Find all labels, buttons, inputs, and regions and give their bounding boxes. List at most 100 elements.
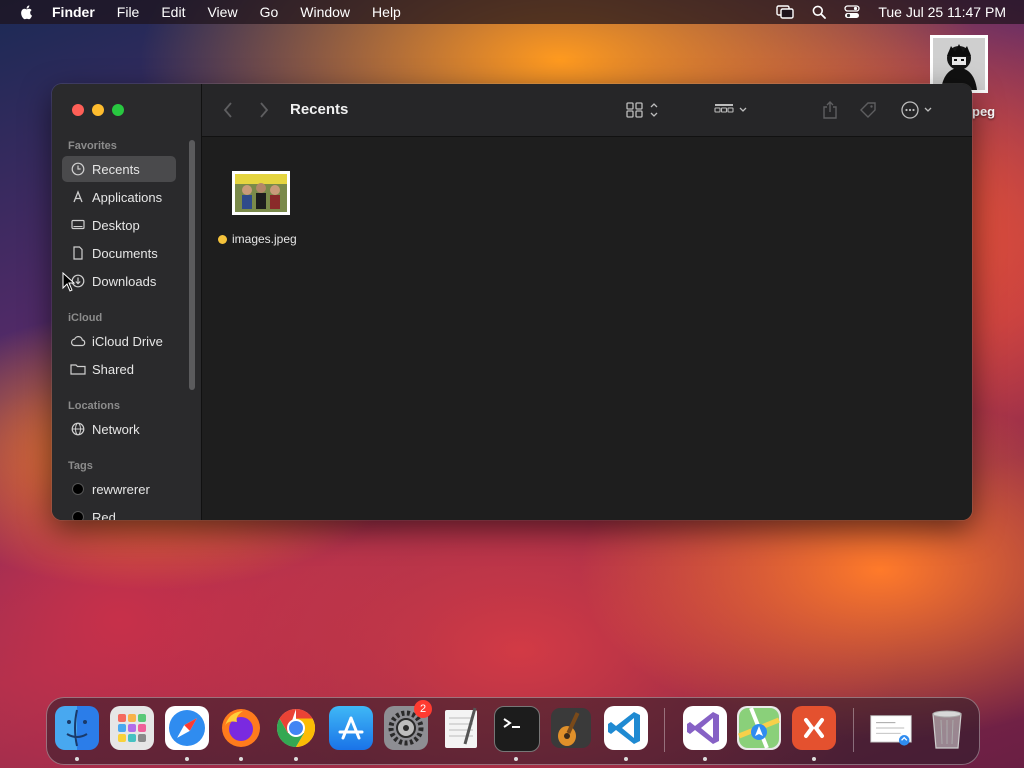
share-icon: [823, 101, 837, 119]
action-menu-button[interactable]: [900, 100, 936, 120]
notification-badge: 2: [414, 700, 432, 718]
share-button[interactable]: [822, 100, 838, 120]
launchpad-icon: [118, 714, 146, 742]
tag-dot-icon: [72, 511, 84, 520]
dock-app-garageband[interactable]: [549, 706, 593, 750]
icon-view-icon: [626, 102, 658, 118]
menubar-clock[interactable]: Tue Jul 25 11:47 PM: [878, 4, 1006, 20]
desktop-file-label[interactable]: peg: [972, 104, 995, 119]
running-indicator: [514, 757, 518, 761]
sidebar-scrollbar[interactable]: [189, 140, 195, 390]
desktop-icon: [70, 217, 86, 233]
dock-app-launchpad[interactable]: [110, 706, 154, 750]
spotlight-icon[interactable]: [812, 5, 827, 19]
globe-icon: [70, 421, 86, 437]
sidebar-item-label: Documents: [92, 245, 158, 261]
running-indicator: [624, 757, 628, 761]
sidebar-item-recents[interactable]: Recents: [62, 156, 176, 182]
tag-button[interactable]: [858, 100, 878, 120]
dock-separator: [853, 708, 854, 752]
applications-icon: [70, 189, 86, 205]
maps-icon: [738, 707, 780, 749]
sidebar-item-label: iCloud Drive: [92, 333, 163, 349]
dock-app-chrome[interactable]: [274, 706, 318, 750]
dock-app-vscode[interactable]: [604, 706, 648, 750]
mouse-pointer-icon: [62, 272, 76, 292]
menu-bar: Finder File Edit View Go Window Help Tue…: [0, 0, 1024, 24]
guitar-icon: [551, 708, 591, 748]
menu-view[interactable]: View: [207, 4, 237, 20]
vscode-icon: [608, 712, 640, 744]
dock-separator: [664, 708, 665, 752]
cloud-icon: [70, 333, 86, 349]
dock-app-remote-desktop[interactable]: [792, 706, 836, 750]
running-indicator: [812, 757, 816, 761]
sidebar-item-icloud-drive[interactable]: iCloud Drive: [62, 328, 176, 354]
dock-app-visual-studio[interactable]: [683, 706, 727, 750]
menu-app-name[interactable]: Finder: [52, 4, 95, 20]
sidebar-item-network[interactable]: Network: [62, 416, 176, 442]
sidebar-tag-red[interactable]: Red: [62, 504, 176, 520]
group-by-button[interactable]: [714, 100, 750, 120]
yellow-tag-icon: [218, 234, 227, 244]
tags-header: Tags: [68, 460, 93, 472]
close-button[interactable]: [72, 104, 84, 116]
dock-app-app-store[interactable]: [329, 706, 373, 750]
dock-app-preview[interactable]: [869, 706, 913, 750]
running-indicator: [703, 757, 707, 761]
running-indicator: [75, 757, 79, 761]
minimize-button[interactable]: [92, 104, 104, 116]
dock-app-terminal[interactable]: [494, 706, 540, 752]
menu-help[interactable]: Help: [372, 4, 401, 20]
dock-app-system-settings[interactable]: 2: [384, 700, 432, 750]
dock-app-firefox[interactable]: [219, 706, 263, 750]
menu-window[interactable]: Window: [300, 4, 350, 20]
visual-studio-icon: [687, 712, 719, 744]
tag-icon: [860, 102, 876, 118]
control-center-icon[interactable]: [844, 5, 861, 19]
sidebar-tag-rewwrerer[interactable]: rewwrerer: [62, 476, 176, 502]
file-thumbnail[interactable]: [232, 171, 290, 215]
apple-icon[interactable]: [18, 3, 36, 21]
running-indicator: [185, 757, 189, 761]
finder-icon: [66, 709, 88, 747]
remote-desktop-icon: [804, 718, 824, 738]
forward-button[interactable]: [258, 100, 270, 120]
finder-sidebar: Favorites Recents Applications Desktop D…: [52, 84, 202, 520]
app-store-icon: [338, 716, 364, 740]
tag-dot-icon: [72, 483, 84, 495]
preview-document-icon: [870, 715, 912, 746]
dock-app-textedit[interactable]: [439, 706, 483, 750]
dock-app-safari[interactable]: [165, 706, 209, 750]
sidebar-item-applications[interactable]: Applications: [62, 184, 176, 210]
menu-file[interactable]: File: [117, 4, 140, 20]
file-item-label[interactable]: images.jpeg: [218, 232, 297, 246]
dock-app-finder[interactable]: [55, 706, 99, 750]
screen-mirroring-icon[interactable]: [776, 5, 795, 19]
sidebar-item-label: Shared: [92, 361, 134, 377]
sidebar-item-label: rewwrerer: [92, 481, 150, 497]
running-indicator: [239, 757, 243, 761]
sidebar-item-label: Applications: [92, 189, 163, 205]
finder-toolbar: Recents: [202, 84, 972, 137]
trash-icon: [932, 710, 962, 749]
textedit-icon: [445, 707, 477, 748]
menu-edit[interactable]: Edit: [161, 4, 185, 20]
sidebar-item-downloads[interactable]: Downloads: [62, 268, 176, 294]
maximize-button[interactable]: [112, 104, 124, 116]
menu-go[interactable]: Go: [260, 4, 279, 20]
file-name-text: images.jpeg: [232, 232, 297, 246]
back-button[interactable]: [222, 100, 234, 120]
dock-app-trash[interactable]: [925, 706, 969, 750]
safari-icon: [169, 710, 205, 746]
document-icon: [70, 245, 86, 261]
sidebar-item-label: Network: [92, 421, 140, 437]
dock-app-maps[interactable]: [737, 706, 781, 750]
locations-header: Locations: [68, 400, 120, 412]
view-mode-button[interactable]: [626, 100, 662, 120]
sidebar-item-shared[interactable]: Shared: [62, 356, 176, 382]
favorites-header: Favorites: [68, 140, 117, 152]
sidebar-item-documents[interactable]: Documents: [62, 240, 176, 266]
sidebar-item-desktop[interactable]: Desktop: [62, 212, 176, 238]
file-image-preview: [235, 174, 287, 212]
